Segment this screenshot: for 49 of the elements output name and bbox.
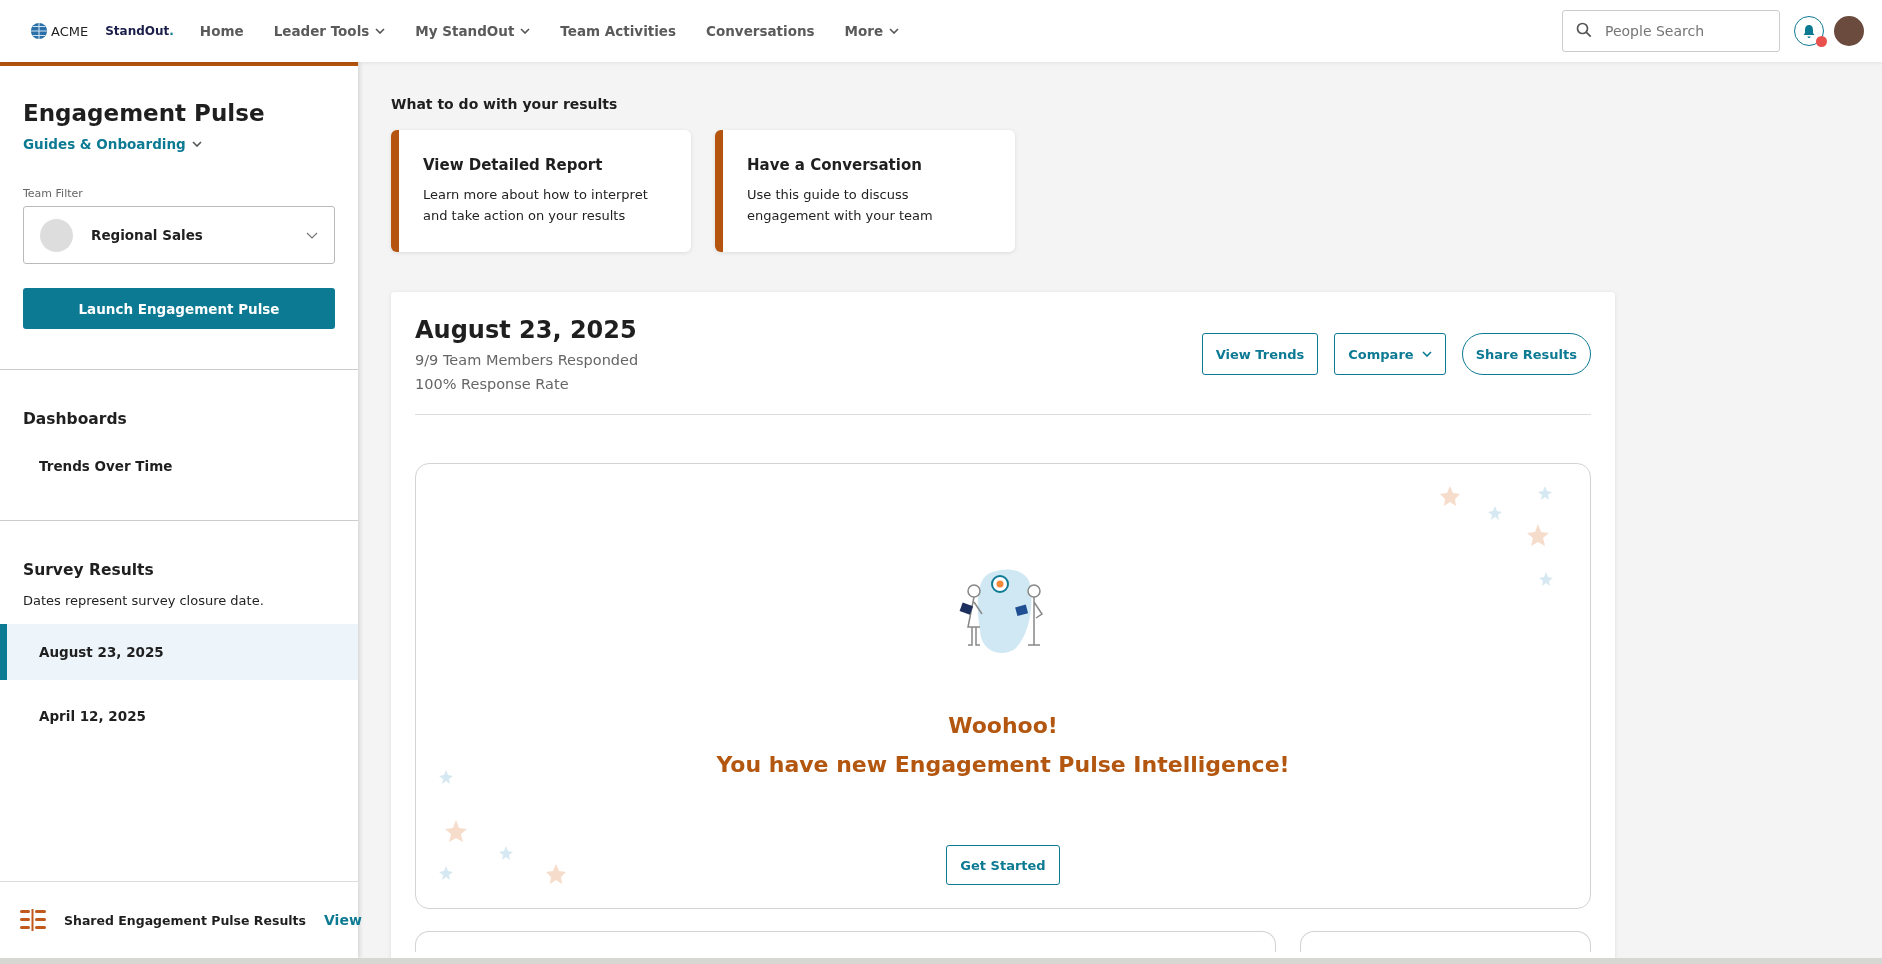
outline-button[interactable]: Share Results	[1461, 333, 1591, 375]
caret-icon	[375, 28, 386, 34]
view-link[interactable]: View	[324, 912, 362, 928]
shared-results-label: Shared Engagement Pulse Results	[64, 912, 306, 928]
card-text: Learn more about how to interpret and take action on your results	[423, 186, 649, 225]
caret-icon	[889, 28, 900, 34]
section-note: Dates represent survey closure date.	[22, 592, 265, 610]
responded-count: 9/9 Team Members Responded	[415, 352, 639, 368]
list-icon	[20, 909, 46, 931]
nav-link[interactable]: Leader Tools	[273, 23, 386, 39]
avatar[interactable]	[1834, 16, 1864, 46]
search-field[interactable]: People Search	[1562, 10, 1780, 52]
promo-heading: Woohoo!	[948, 713, 1058, 738]
team-select[interactable]: Regional Sales	[23, 206, 335, 264]
survey-date-item[interactable]: April 12, 2025	[0, 688, 358, 744]
card-title: Have a Conversation	[747, 156, 923, 174]
get-started-button[interactable]: Get Started	[946, 845, 1060, 885]
caret-icon	[306, 231, 318, 239]
section-heading: What to do with your results	[391, 96, 619, 112]
filter-label: Team Filter	[23, 187, 84, 200]
caret-icon	[1421, 351, 1432, 357]
response-rate: 100% Response Rate	[415, 376, 570, 392]
outline-button[interactable]: Compare	[1334, 333, 1446, 375]
team-avatar	[40, 218, 73, 252]
nav-link[interactable]: Conversations	[706, 23, 815, 39]
guides-link[interactable]: Guides & Onboarding	[23, 136, 202, 152]
caret-icon	[191, 141, 202, 147]
nav-link[interactable]: My StandOut	[415, 23, 531, 39]
launch-button[interactable]: Launch Engagement Pulse	[23, 288, 335, 329]
promo-heading: You have new Engagement Pulse Intelligence!	[716, 752, 1290, 777]
page-title: Engagement Pulse	[23, 100, 266, 126]
dashboard-link[interactable]: Trends Over Time	[0, 428, 358, 474]
outline-button[interactable]: View Trends	[1201, 333, 1319, 375]
survey-date-item[interactable]: August 23, 2025	[0, 624, 358, 680]
product-name[interactable]: StandOut.	[105, 24, 174, 38]
section-heading: Dashboards	[22, 410, 128, 428]
caret-icon	[520, 28, 531, 34]
logo-text[interactable]: ACME	[51, 23, 89, 39]
section-heading: Survey Results	[22, 561, 155, 579]
result-date: August 23, 2025	[415, 316, 638, 344]
action-card[interactable]: View Detailed Report Learn more about how to interpret and take action on your results	[391, 130, 691, 252]
bell-icon	[1801, 23, 1817, 39]
action-card[interactable]: Have a Conversation Use this guide to discuss engagement with your team	[715, 130, 1015, 252]
card-title: View Detailed Report	[423, 156, 604, 174]
nav-link[interactable]: Home	[199, 23, 244, 39]
nav-link[interactable]: Team Activities	[560, 23, 677, 39]
card-text: Use this guide to discuss engagement with your team	[747, 186, 934, 225]
globe-logo-icon	[30, 22, 48, 40]
nav-link[interactable]: More	[844, 23, 900, 39]
